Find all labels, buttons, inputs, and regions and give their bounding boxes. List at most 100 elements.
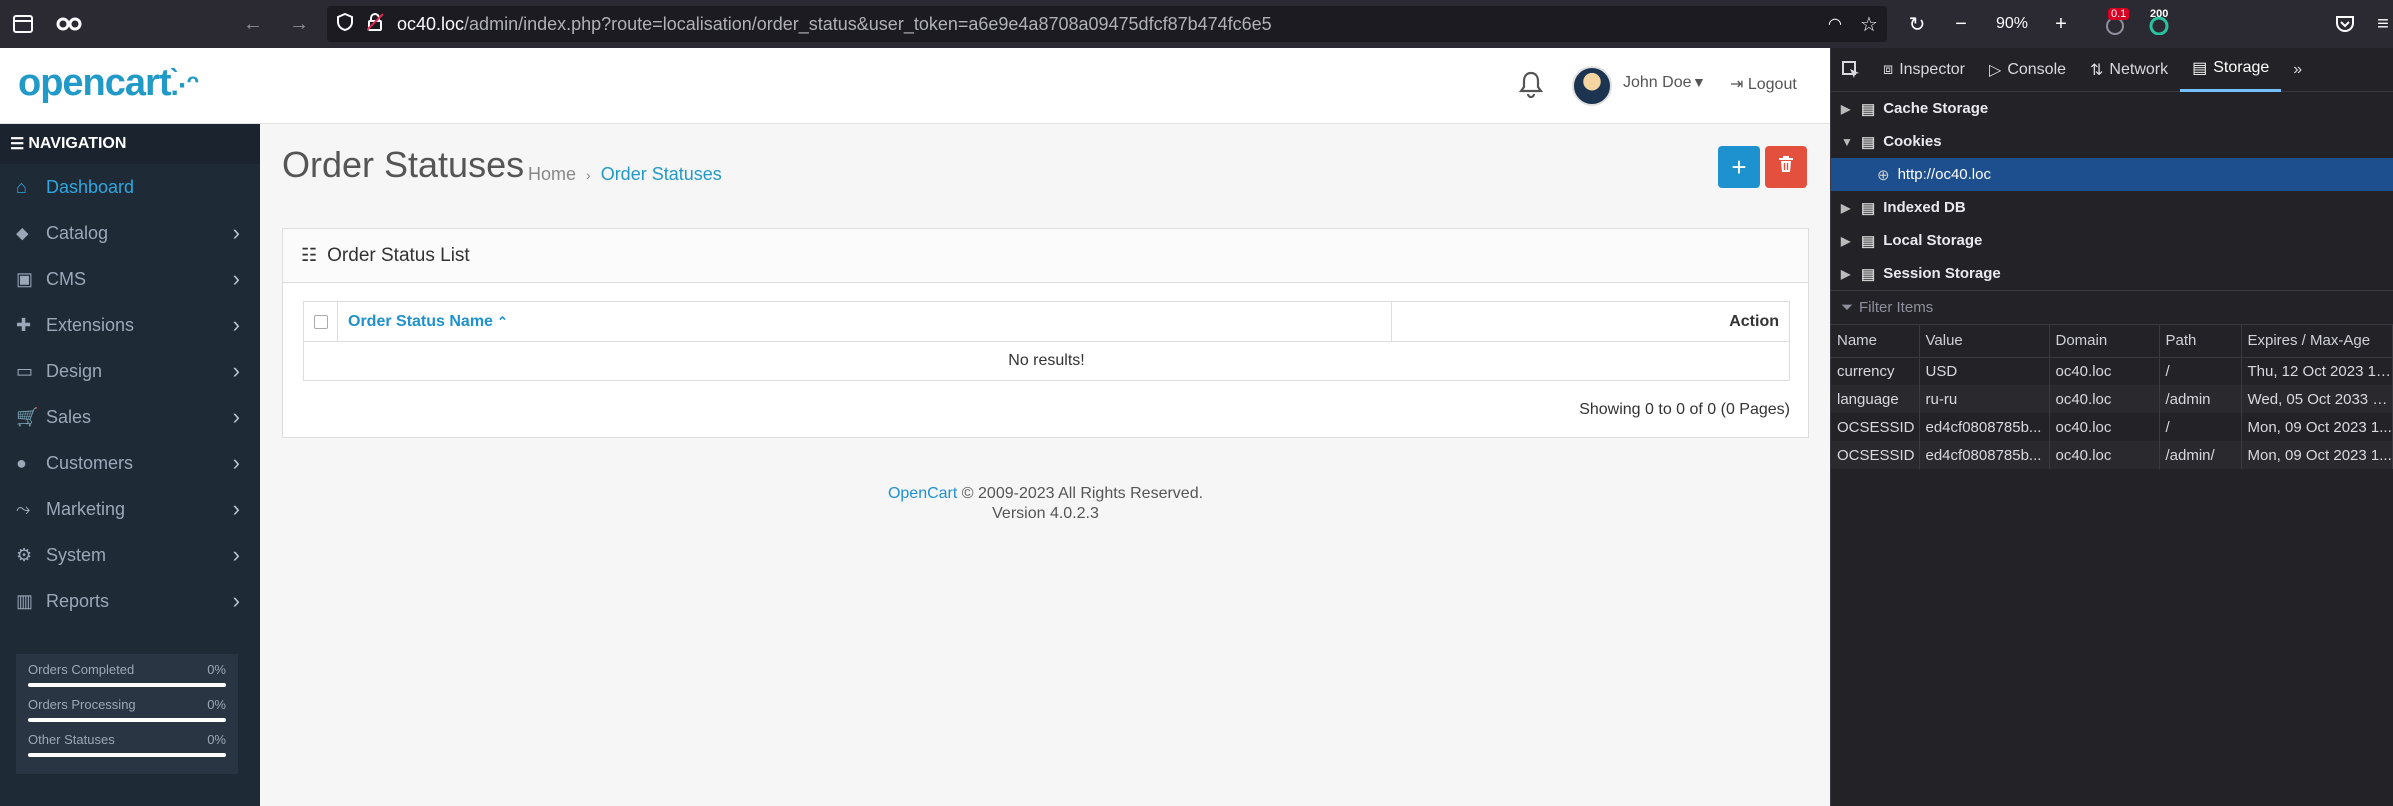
plus-icon: + [1731,151,1747,182]
sidebar-item-label: Design [46,360,103,381]
tree-item[interactable]: ⊕ http://oc40.loc [1831,158,2393,191]
zoom-level[interactable]: 90% [1986,13,2038,35]
forward-icon[interactable]: → [282,7,316,41]
sidebar-toggle-icon[interactable] [6,7,40,41]
footer: OpenCart © 2009-2023 All Rights Reserved… [282,484,1809,524]
tree-item[interactable]: ▶ ▤ Cache Storage [1831,92,2393,125]
back-icon[interactable]: ← [236,7,270,41]
caret-right-icon[interactable]: ▶ [1841,267,1853,281]
zoom-out-icon[interactable]: − [1944,7,1978,41]
sidebar-item-system[interactable]: ⚙ System › [0,532,260,578]
sidebar-item-reports[interactable]: ▥ Reports › [0,578,260,624]
sidebar-item-catalog[interactable]: ⬥ Catalog › [0,210,260,256]
tab-inspector[interactable]: ⧈ Inspector [1871,48,1977,92]
tree-item[interactable]: ▶ ▤ Session Storage [1831,257,2393,290]
chevron-right-icon: › [232,358,240,383]
element-picker-icon[interactable] [1831,48,1871,92]
chevron-right-icon: › [232,450,240,475]
tab-storage[interactable]: ▤ Storage [2180,48,2282,92]
caret-right-icon[interactable]: ▶ [1841,234,1853,248]
reload-icon[interactable]: ↻ [1900,7,1934,41]
url-bar[interactable]: oc40.loc/admin/index.php?route=localisat… [327,6,1887,42]
caret-right-icon[interactable]: ▶ [1841,102,1853,116]
sidebar-item-label: CMS [46,268,86,289]
lock-insecure-icon[interactable] [366,12,384,36]
tab-network[interactable]: ⇅ Network [2078,48,2180,92]
cookie-column-header[interactable]: Expires / Max-Age [2241,325,2393,358]
share-icon: ⤳ [16,498,31,519]
browser-toolbar: ← → oc40.loc/admin/index.php?route=local… [0,0,2393,48]
reader-view-icon[interactable]: ◠ [1818,7,1852,41]
caret-down-icon[interactable]: ▼ [1692,74,1706,90]
sidebar-item-label: Sales [46,406,92,427]
sidebar-item-cms[interactable]: ▣ CMS › [0,256,260,302]
breadcrumb-current[interactable]: Order Statuses [601,164,722,185]
sidebar-item-sales[interactable]: 🛒 Sales › [0,394,260,440]
cookie-column-header[interactable]: Domain [2049,325,2160,358]
extension-green-icon[interactable]: 200 [2142,7,2176,41]
stat-value: 0% [207,662,226,677]
notification-bell-icon[interactable] [1518,70,1544,105]
tree-item-label: Session Storage [1883,265,2001,282]
cookie-cell: Mon, 09 Oct 2023 1... [2241,441,2393,469]
filter-input[interactable]: ⏷ Filter Items [1831,291,2393,325]
tree-item[interactable]: ▼ ▤ Cookies [1831,125,2393,158]
order-status-panel: ☷ Order Status List Order Status Name ⌃ … [282,228,1809,438]
cookie-column-header[interactable]: Path [2159,325,2242,358]
breadcrumb: Home › Order Statuses [528,164,722,185]
cookie-row[interactable]: OCSESSID ed4cf0808785b... oc40.loc/admin/M… [1831,441,2393,469]
stat-label: Orders Processing [28,697,136,712]
caret-down-icon[interactable]: ▼ [1841,135,1853,149]
caret-right-icon[interactable]: ▶ [1841,201,1853,215]
sign-out-icon: ⇥ [1730,76,1744,93]
sort-by-name-link[interactable]: Order Status Name ⌃ [338,302,1392,341]
sidebar-item-dashboard[interactable]: ⌂ Dashboard [0,164,260,210]
cookie-cell: / [2159,357,2242,385]
cookie-column-header[interactable]: Name [1831,325,1920,358]
sidebar-item-design[interactable]: ▭ Design › [0,348,260,394]
more-tabs-icon[interactable]: » [2281,48,2314,92]
cookie-cell: oc40.loc [2049,357,2160,385]
extension-green-badge: 200 [2150,8,2169,20]
extension-red-icon[interactable]: 0.1 [2098,7,2132,41]
user-name[interactable]: John Doe [1623,74,1692,92]
menu-icon[interactable]: ≡ [2366,7,2393,41]
breadcrumb-home[interactable]: Home [528,164,576,185]
chevron-right-icon: › [232,496,240,521]
opencart-logo[interactable]: opencart.̀·ᵔ [18,62,199,105]
select-all-checkbox[interactable] [304,302,338,341]
bars-icon: ☰ [10,136,25,153]
add-button[interactable]: + [1718,146,1760,188]
cookie-table: Name Value Domain Path Expires / Max-Age cur… [1831,325,2393,469]
delete-button[interactable] [1765,146,1807,188]
sidebar-item-extensions[interactable]: ✚ Extensions › [0,302,260,348]
cookie-cell: ed4cf0808785b... [1919,413,2050,441]
list-icon: ☷ [301,245,318,265]
storage-db-icon: ▤ [1861,199,1876,217]
cookie-row[interactable]: OCSESSID ed4cf0808785b... oc40.loc / Mon, 09… [1831,413,2393,441]
opencart-link[interactable]: OpenCart [888,485,957,502]
cookie-cell: Wed, 05 Oct 2033 1... [2241,385,2393,413]
admin-header: opencart.̀·ᵔ John Doe ▼ ⇥ Logout [0,48,1830,124]
sidebar-item-marketing[interactable]: ⤳ Marketing › [0,486,260,532]
cookie-column-header[interactable]: Value [1919,325,2050,358]
shield-icon[interactable] [337,12,353,36]
sidebar-item-label: Catalog [46,222,109,243]
sidebar-item-label: Customers [46,452,134,473]
tree-item[interactable]: ▶ ▤ Local Storage [1831,224,2393,257]
tab-console[interactable]: ▷ Console [1977,48,2078,92]
stat-item: Orders Completed 0% [28,662,226,687]
cookie-row[interactable]: currency USD oc40.loc / Thu, 12 Oct 2023 18:… [1831,357,2393,385]
pocket-icon[interactable] [2328,7,2362,41]
zoom-in-icon[interactable]: + [2044,7,2078,41]
bookmark-star-icon[interactable]: ☆ [1852,7,1886,41]
cookie-row[interactable]: language ru-ru oc40.loc/admin Wed, 05 Oct 2… [1831,385,2393,413]
avatar[interactable] [1572,66,1612,106]
tree-item[interactable]: ▶ ▤ Indexed DB [1831,191,2393,224]
sidebar-item-customers[interactable]: ● Customers › [0,440,260,486]
cookie-cell: oc40.loc [2049,413,2160,441]
nav-heading[interactable]: ☰ NAVIGATION [0,124,260,164]
order-stats: Orders Completed 0% Orders Processing 0% Oth… [16,654,238,774]
cookie-cell: ed4cf0808785b... [1919,441,2050,469]
logout-link[interactable]: ⇥ Logout [1730,74,1797,94]
